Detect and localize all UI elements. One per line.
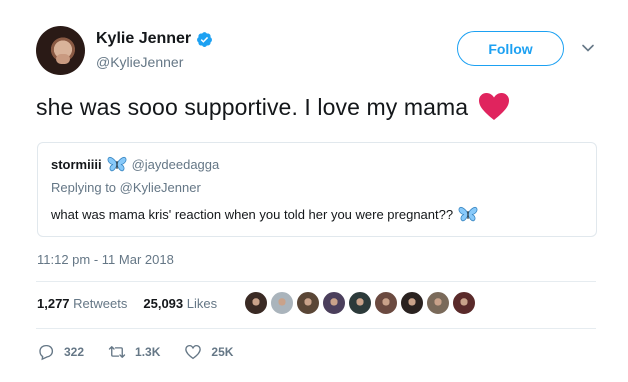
engagement-stats: 1,277 Retweets 25,093 Likes: [37, 296, 217, 311]
likes-count: 25,093: [143, 296, 184, 311]
chevron-down-icon[interactable]: [581, 41, 595, 55]
liker-avatar[interactable]: [374, 291, 398, 315]
author-name[interactable]: Kylie Jenner: [96, 30, 191, 48]
retweets-stat[interactable]: 1,277 Retweets: [37, 296, 127, 311]
divider: [36, 281, 596, 282]
like-button[interactable]: 25K: [184, 343, 233, 361]
verified-badge-icon: [197, 31, 213, 47]
retweet-icon: [108, 346, 126, 358]
liker-avatar[interactable]: [426, 291, 450, 315]
reply-count: 322: [64, 345, 85, 359]
tweet-text-row: she was sooo supportive. I love my mama: [36, 92, 510, 122]
likes-stat[interactable]: 25,093 Likes: [143, 296, 217, 311]
retweets-count: 1,277: [37, 296, 70, 311]
liker-avatar[interactable]: [296, 291, 320, 315]
reply-icon: [39, 344, 54, 361]
retweet-count: 1.3K: [135, 345, 161, 359]
quoted-tweet-text-row: what was mama kris' reaction when you to…: [51, 206, 478, 222]
butterfly-icon: [107, 156, 126, 172]
replying-to-handle[interactable]: @KylieJenner: [120, 180, 201, 195]
liker-avatar[interactable]: [244, 291, 268, 315]
author-avatar[interactable]: [36, 26, 85, 75]
quoted-author-row: stormiiii @jaydeedagga: [51, 156, 219, 172]
quoted-tweet-text: what was mama kris' reaction when you to…: [51, 206, 454, 222]
retweets-label: Retweets: [73, 296, 128, 311]
liker-avatar[interactable]: [452, 291, 476, 315]
quoted-author-handle: @jaydeedagga: [131, 156, 220, 172]
reply-button[interactable]: 322: [37, 343, 84, 361]
retweet-button[interactable]: 1.3K: [108, 343, 160, 361]
like-count: 25K: [211, 345, 234, 359]
liker-avatar[interactable]: [348, 291, 372, 315]
tweet-actions: 322 1.3K 25K: [37, 343, 233, 361]
divider: [36, 328, 596, 329]
replying-prefix: Replying to: [51, 180, 117, 195]
author-handle[interactable]: @KylieJenner: [96, 54, 183, 70]
quoted-author-name: stormiiii: [51, 156, 102, 172]
liker-avatar[interactable]: [270, 291, 294, 315]
butterfly-icon: [458, 206, 478, 222]
liker-avatar[interactable]: [322, 291, 346, 315]
tweet-text: she was sooo supportive. I love my mama: [36, 93, 469, 120]
author-name-row[interactable]: Kylie Jenner: [96, 30, 213, 48]
liker-avatar[interactable]: [400, 291, 424, 315]
likes-label: Likes: [186, 296, 218, 311]
replying-to-line: Replying to @KylieJenner: [51, 180, 201, 195]
liker-avatars: [244, 291, 476, 315]
red-heart-icon: [479, 93, 510, 120]
heart-icon: [185, 344, 202, 360]
tweet-timestamp[interactable]: 11:12 pm - 11 Mar 2018: [37, 252, 174, 267]
follow-button[interactable]: Follow: [457, 31, 564, 66]
quoted-tweet-card[interactable]: stormiiii @jaydeedagga Replying to @Kyli…: [37, 142, 597, 237]
